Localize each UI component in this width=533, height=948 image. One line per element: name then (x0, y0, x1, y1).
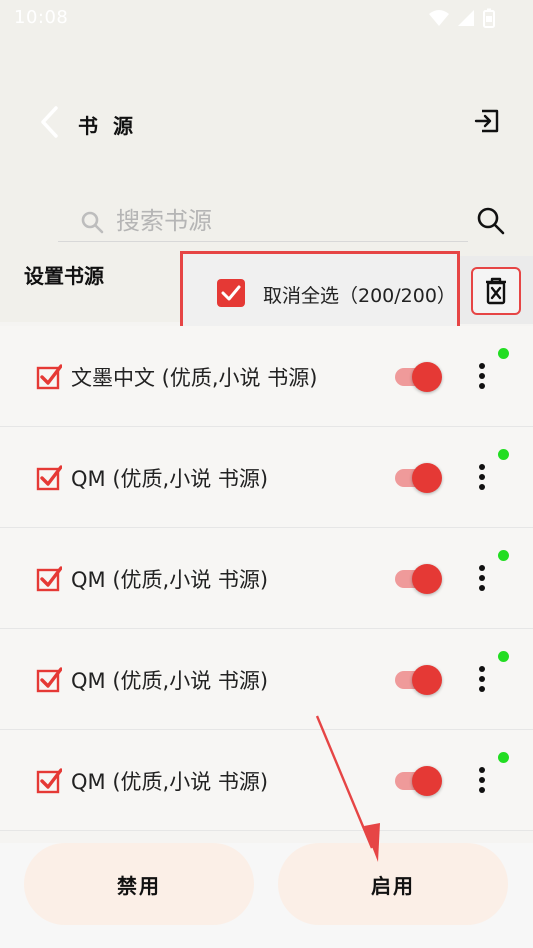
battery-icon (483, 8, 495, 28)
more-options-button[interactable] (470, 461, 494, 493)
export-button[interactable] (470, 104, 504, 138)
item-checkbox[interactable] (36, 566, 62, 592)
enable-toggle[interactable] (395, 766, 443, 796)
section-title: 设置书源 (24, 264, 104, 288)
wifi-icon (429, 9, 449, 27)
search-icon (477, 207, 505, 235)
online-status-dot (498, 550, 509, 561)
status-bar: 10:08 (0, 0, 533, 36)
more-options-button[interactable] (470, 360, 494, 392)
check-icon (221, 285, 241, 301)
source-list: 文墨中文 (优质,小说 书源) QM (优质,小说 书源) QM (优质,小说 … (0, 326, 533, 831)
more-dot (479, 373, 485, 379)
list-item[interactable]: QM (优质,小说 书源) (0, 730, 533, 831)
toggle-thumb (412, 665, 442, 695)
item-checkbox[interactable] (36, 465, 62, 491)
signal-icon (457, 9, 475, 27)
toggle-thumb (412, 564, 442, 594)
bottom-action-bar: 禁用 启用 (0, 843, 533, 948)
chevron-left-icon (41, 106, 58, 138)
select-all-popup[interactable]: 取消全选（200/200） (180, 251, 460, 329)
more-dot (479, 484, 485, 490)
more-dot (479, 777, 485, 783)
trash-icon (486, 277, 506, 305)
enable-toggle[interactable] (395, 564, 443, 594)
more-dot (479, 686, 485, 692)
delete-button[interactable] (471, 267, 521, 315)
more-options-button[interactable] (470, 562, 494, 594)
more-options-button[interactable] (470, 764, 494, 796)
search-icon (81, 211, 104, 234)
more-dot (479, 767, 485, 773)
select-all-label: 取消全选（200/200） (263, 285, 456, 307)
select-all-checkbox[interactable] (217, 279, 245, 307)
list-item[interactable]: 文墨中文 (优质,小说 书源) (0, 326, 533, 427)
source-name: QM (优质,小说 书源) (71, 467, 269, 491)
source-name: QM (优质,小说 书源) (71, 770, 269, 794)
list-item[interactable]: QM (优质,小说 书源) (0, 427, 533, 528)
more-dot (479, 363, 485, 369)
more-dot (479, 676, 485, 682)
back-button[interactable] (36, 104, 64, 140)
toggle-thumb (412, 362, 442, 392)
list-item[interactable]: QM (优质,小说 书源) (0, 528, 533, 629)
enable-button[interactable]: 启用 (278, 843, 508, 925)
more-options-button[interactable] (470, 663, 494, 695)
item-checkbox[interactable] (36, 768, 62, 794)
source-name: QM (优质,小说 书源) (71, 669, 269, 693)
more-dot (479, 383, 485, 389)
app-bar: 书 源 (0, 100, 533, 144)
search-button[interactable] (476, 206, 506, 236)
status-icons (429, 8, 495, 28)
online-status-dot (498, 651, 509, 662)
more-dot (479, 575, 485, 581)
online-status-dot (498, 752, 509, 763)
search-field (58, 200, 468, 242)
item-checkbox[interactable] (36, 364, 62, 390)
more-dot (479, 474, 485, 480)
source-name: 文墨中文 (优质,小说 书源) (71, 366, 318, 390)
enable-toggle[interactable] (395, 362, 443, 392)
more-dot (479, 585, 485, 591)
enable-toggle[interactable] (395, 463, 443, 493)
search-input[interactable] (116, 204, 456, 238)
item-checkbox[interactable] (36, 667, 62, 693)
export-icon (474, 109, 499, 133)
disable-button[interactable]: 禁用 (24, 843, 254, 925)
enable-toggle[interactable] (395, 665, 443, 695)
search-bar (58, 200, 508, 242)
more-dot (479, 787, 485, 793)
toggle-thumb (412, 766, 442, 796)
page-title: 书 源 (78, 114, 137, 138)
online-status-dot (498, 348, 509, 359)
status-time: 10:08 (14, 7, 69, 28)
list-item[interactable]: QM (优质,小说 书源) (0, 629, 533, 730)
toggle-thumb (412, 463, 442, 493)
more-dot (479, 464, 485, 470)
more-dot (479, 565, 485, 571)
more-dot (479, 666, 485, 672)
source-name: QM (优质,小说 书源) (71, 568, 269, 592)
online-status-dot (498, 449, 509, 460)
